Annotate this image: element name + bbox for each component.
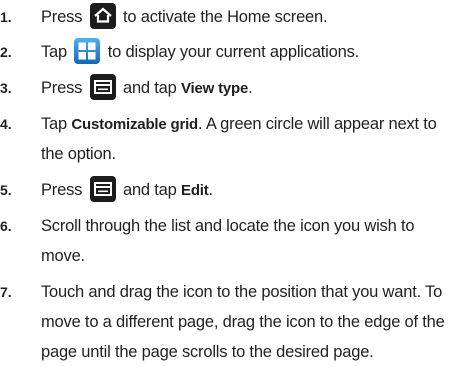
step-number: 1.	[0, 9, 12, 25]
home-key-icon	[89, 2, 116, 29]
step-text: Tap Customizable grid. A green circle wi…	[41, 115, 437, 163]
step-number: 4.	[0, 116, 12, 132]
option-edit: Edit	[181, 182, 209, 199]
step-number: 7.	[0, 284, 12, 300]
step-text: Touch and drag the icon to the position …	[41, 283, 445, 361]
applications-icon	[74, 37, 101, 64]
step-text: Scroll through the list and locate the i…	[41, 217, 415, 265]
step-number: 6.	[0, 218, 12, 234]
step-number: 2.	[0, 44, 12, 60]
option-view-type: View type	[181, 80, 249, 97]
step-text: Tap to display your current applications…	[41, 37, 459, 67]
step-number: 5.	[0, 182, 12, 198]
menu-key-icon	[89, 73, 116, 100]
step-number: 3.	[0, 80, 12, 96]
step-text: Press and tap Edit.	[41, 175, 459, 206]
option-customizable-grid: Customizable grid	[71, 116, 199, 133]
menu-key-icon	[89, 175, 116, 202]
step-text: Press and tap View type.	[41, 73, 459, 104]
step-text: Press to activate the Home screen.	[41, 2, 459, 32]
